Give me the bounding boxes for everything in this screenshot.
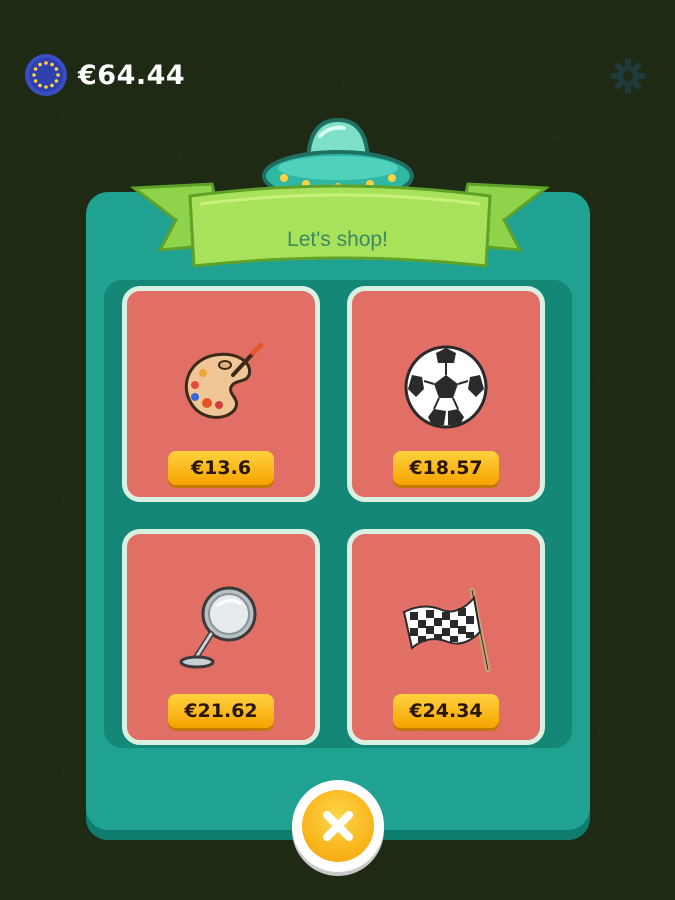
magnifying-mirror-icon [179,586,257,669]
grass-decoration: ıı [598,371,604,382]
soccer-ball-icon [404,345,488,429]
shop-panel: €13.6 €18.57 €21.62 €24.34 [86,192,590,840]
close-button[interactable] [292,780,384,872]
shop-item-palette[interactable]: €13.6 [122,286,320,502]
grass-decoration: ıı [342,77,348,88]
grass-decoration: ıı [178,151,184,162]
grass-decoration: ıı [62,495,68,506]
euro-coin-icon [25,54,67,96]
shop-title: Let's shop! [287,228,388,251]
title-ribbon [130,182,550,268]
price-tag[interactable]: €13.6 [168,451,274,485]
grass-decoration: ıı [62,767,68,778]
grass-decoration: ıı [552,133,558,144]
close-icon [323,811,353,841]
checkered-flag-icon [402,587,491,673]
wallet-balance: €64.44 [24,52,185,98]
close-button-face[interactable] [302,790,374,862]
shop-item-checkered-flag[interactable]: €24.34 [347,529,545,745]
price-tag[interactable]: €24.34 [393,694,499,728]
palette-icon [184,342,264,419]
price-tag[interactable]: €18.57 [393,451,499,485]
price-tag[interactable]: €21.62 [168,694,274,728]
shop-item-soccer-ball[interactable]: €18.57 [347,286,545,502]
grass-decoration: ıı [598,725,604,736]
shop-grid: €13.6 €18.57 €21.62 €24.34 [104,280,572,748]
shop-item-mirror[interactable]: €21.62 [122,529,320,745]
balance-amount: €64.44 [78,59,186,91]
gear-icon[interactable] [610,58,646,94]
grass-decoration: ıı [62,107,68,118]
